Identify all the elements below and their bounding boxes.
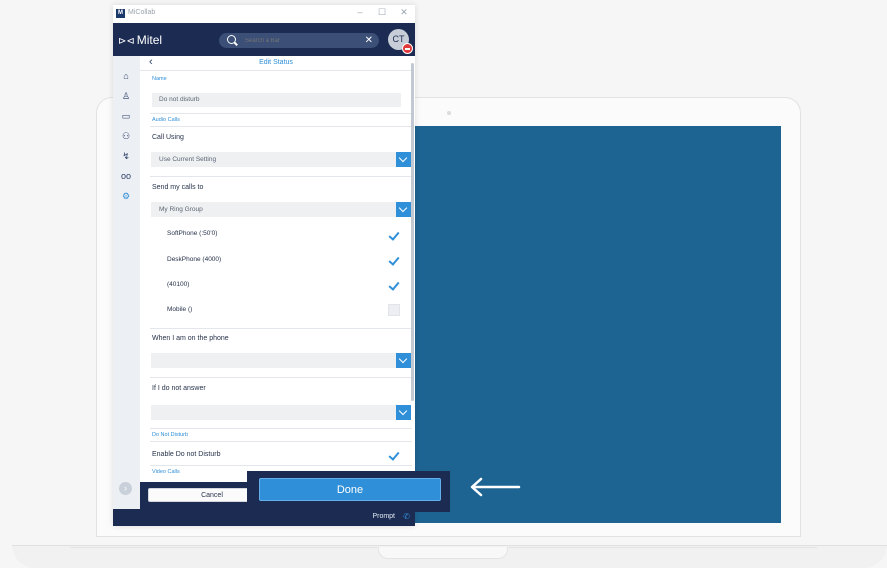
expand-sidebar-button[interactable]: › (119, 482, 132, 495)
send-calls-value: My Ring Group (159, 206, 203, 213)
scrollbar[interactable] (411, 63, 414, 401)
on-phone-select[interactable] (151, 353, 411, 368)
ring-option-mobile: Mobile () (167, 306, 193, 313)
send-calls-label: Send my calls to (152, 184, 204, 191)
enable-dnd-checkbox[interactable] (388, 450, 400, 460)
divider (150, 113, 412, 114)
minimize-button[interactable]: – (354, 7, 366, 17)
deskphone-checkbox[interactable] (388, 255, 400, 265)
prompt-label: Prompt (372, 513, 395, 520)
voicemail-icon[interactable]: oo (121, 171, 131, 181)
divider (150, 428, 412, 429)
on-phone-label: When I am on the phone (152, 335, 229, 342)
send-calls-select[interactable]: My Ring Group (151, 202, 411, 217)
settings-icon[interactable]: ⚙ (121, 191, 131, 201)
laptop-screen (412, 126, 781, 523)
call-using-label: Call Using (152, 134, 184, 141)
done-button[interactable]: Done (259, 478, 441, 501)
page-title: Edit Status (259, 59, 293, 66)
dnd-status-icon (402, 43, 413, 54)
divider (150, 176, 412, 177)
call-using-value: Use Current Setting (159, 156, 217, 163)
panel-header: ‹ Edit Status (140, 56, 412, 71)
edit-status-panel: ‹ Edit Status Name Do not disturb Audio … (140, 56, 412, 482)
divider (150, 126, 412, 127)
divider (150, 377, 412, 378)
ring-option-deskphone: DeskPhone (4000) (167, 256, 222, 263)
no-answer-label: If I do not answer (152, 385, 206, 392)
maximize-button[interactable]: ☐ (376, 7, 388, 18)
mobile-checkbox[interactable] (388, 304, 400, 316)
done-callout: Done (247, 471, 450, 512)
ring-option-extension: (40100) (167, 281, 190, 288)
search-bar[interactable]: ✕ (219, 33, 379, 48)
no-answer-select[interactable] (151, 405, 411, 420)
call-history-icon[interactable]: ↯ (121, 151, 131, 161)
phone-icon[interactable]: ✆ (403, 512, 410, 521)
enable-dnd-label: Enable Do not Disturb (152, 451, 221, 458)
extension-checkbox[interactable] (388, 280, 400, 290)
camera-dot (447, 111, 451, 115)
pointer-arrow-icon (470, 477, 521, 497)
home-icon[interactable]: ⌂ (121, 71, 131, 81)
brand-name: Mitel (136, 33, 163, 47)
divider (150, 328, 412, 329)
softphone-checkbox[interactable] (388, 230, 400, 240)
window-title: MiCollab (128, 9, 156, 16)
app-window: M MiCollab – ☐ ✕ ⊳⊲Mitel ✕ CT ⌂ ♙ ▭ ⚇ ↯ … (113, 5, 415, 526)
brand-logo: ⊳⊲ Mitel (118, 33, 162, 47)
window-titlebar: M MiCollab – ☐ ✕ (113, 5, 415, 23)
app-header: ⊳⊲Mitel ✕ CT (113, 23, 415, 56)
chat-icon[interactable]: ▭ (121, 111, 131, 121)
divider (150, 441, 412, 442)
status-name-field[interactable]: Do not disturb (152, 93, 401, 107)
search-icon (227, 35, 236, 44)
person-icon[interactable]: ♙ (121, 91, 131, 101)
contacts-icon[interactable]: ⚇ (121, 131, 131, 141)
audio-calls-section-label: Audio Calls (152, 117, 180, 123)
chevron-down-icon[interactable] (396, 152, 411, 167)
video-calls-section-label: Video Calls (152, 469, 180, 475)
name-section-label: Name (152, 76, 167, 82)
laptop-notch (378, 547, 508, 559)
mitel-logo-icon: ⊳⊲ (118, 36, 135, 47)
chevron-down-icon[interactable] (396, 353, 411, 368)
call-using-select[interactable]: Use Current Setting (151, 152, 411, 167)
divider (150, 465, 412, 466)
clear-search-icon[interactable]: ✕ (365, 34, 373, 47)
close-window-button[interactable]: ✕ (398, 7, 410, 18)
app-logo-icon: M (116, 9, 125, 18)
sidebar: ⌂ ♙ ▭ ⚇ ↯ oo ⚙ › (113, 56, 140, 509)
chevron-down-icon[interactable] (396, 202, 411, 217)
search-input[interactable] (243, 34, 362, 48)
dnd-section-label: Do Not Disturb (152, 432, 189, 438)
chevron-down-icon[interactable] (396, 405, 411, 420)
ring-option-softphone: SoftPhone (:50'0) (167, 230, 218, 237)
